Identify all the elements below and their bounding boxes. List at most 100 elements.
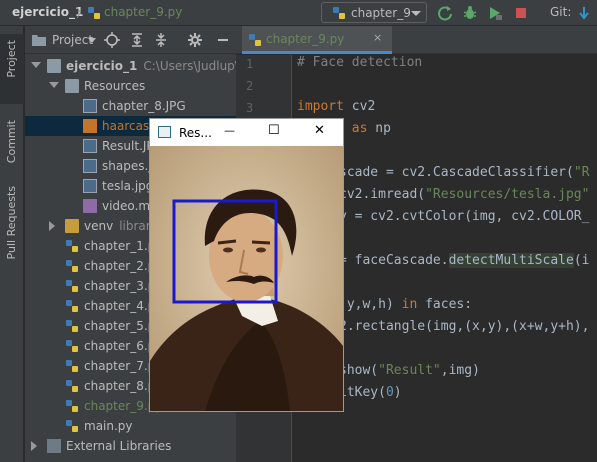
git-update-icon[interactable] (576, 5, 592, 21)
code-line: import cv2 (297, 99, 375, 114)
expand-all-icon[interactable] (129, 32, 145, 48)
chevron-right-icon[interactable] (49, 221, 55, 231)
run-with-coverage-icon[interactable] (487, 5, 503, 21)
tool-window-strip: Project Commit Pull Requests (0, 26, 24, 462)
hide-panel-icon[interactable] (215, 32, 231, 48)
minimize-button[interactable]: — (224, 124, 246, 144)
project-panel-title[interactable]: Project (52, 33, 93, 47)
code-token: "R (573, 165, 590, 180)
stop-icon[interactable] (513, 5, 529, 21)
top-toolbar: ejercicio_1 〉 chapter_9.py chapter_9 Git… (0, 0, 597, 26)
close-button[interactable]: ✕ (314, 123, 336, 143)
tree-item[interactable]: Resources (25, 76, 236, 96)
tree-item[interactable]: chapter_8.JPG (25, 96, 236, 116)
window-app-icon (158, 126, 171, 138)
tree-item-name: ejercicio_1 (66, 59, 138, 73)
git-label: Git: (550, 5, 572, 19)
result-image (150, 146, 343, 411)
tool-tab-commit[interactable]: Commit (0, 118, 24, 178)
code-token: = faceCascade. (339, 253, 449, 268)
python-file-icon (66, 320, 78, 332)
tool-tab-commit-label: Commit (5, 120, 18, 164)
tool-tab-pull-requests-label: Pull Requests (5, 186, 18, 260)
breadcrumb-file[interactable]: chapter_9.py (104, 5, 182, 19)
tree-item[interactable]: main.py (25, 416, 236, 436)
code-token: as (351, 121, 368, 136)
line-number: 3 (246, 101, 254, 115)
code-token: scade = cv2.CascadeClassifier( (339, 165, 574, 180)
result-window-title: Res... (179, 126, 212, 140)
tree-item-name: main.py (84, 419, 133, 433)
code-line: scade = cv2.CascadeClassifier("R (339, 165, 589, 180)
code-line: cv2.imread("Resources/tesla.jpg" (339, 187, 589, 202)
close-tab-icon[interactable]: × (373, 31, 382, 44)
breadcrumb-project[interactable]: ejercicio_1 (12, 5, 83, 19)
code-line: itKey(0) (339, 385, 402, 400)
image-file-icon (83, 99, 97, 113)
run-configuration-select[interactable]: chapter_9 (321, 2, 427, 23)
code-token: ) (393, 385, 402, 400)
video-file-icon (83, 199, 97, 213)
code-line: = faceCascade.detectMultiScale(i (339, 253, 589, 268)
code-line: show("Result",img) (339, 363, 480, 378)
image-file-icon (83, 179, 97, 193)
code-token: 2.rectangle(img,(x,y),(x+w,y+h), (339, 319, 590, 334)
tool-tab-project[interactable]: Project (0, 34, 24, 104)
code-token: faces: (417, 297, 473, 312)
chevron-right-icon[interactable] (31, 441, 37, 451)
xml-file-icon (83, 119, 97, 133)
code-token: cv2 (343, 99, 376, 114)
tree-item-label: chapter_8.JPG (102, 99, 186, 113)
code-token: in (401, 297, 418, 312)
editor-tab-bar: chapter_9.py × (236, 26, 597, 54)
locate-file-icon[interactable] (104, 32, 120, 48)
tree-item-label: tesla.jpg (102, 179, 153, 193)
tree-item[interactable]: External Libraries (25, 436, 236, 456)
python-file-icon (66, 300, 78, 312)
maximize-button[interactable]: ☐ (268, 123, 290, 143)
collapse-all-icon[interactable] (153, 32, 169, 48)
rerun-icon[interactable] (437, 5, 453, 21)
tree-item[interactable]: ejercicio_1 C:\Users\Judlup\Do (25, 56, 236, 76)
tool-tab-pull-requests[interactable]: Pull Requests (0, 184, 24, 274)
line-number: 1 (246, 57, 254, 71)
chevron-down-icon[interactable] (88, 38, 96, 43)
code-token: itKey( (339, 385, 386, 400)
debug-icon[interactable] (462, 5, 478, 21)
chevron-down-icon[interactable] (49, 82, 59, 88)
library-icon (47, 439, 61, 453)
project-panel-header: Project (25, 26, 236, 54)
code-token: import (297, 99, 344, 114)
tab-chapter-9[interactable]: chapter_9.py × (242, 26, 392, 54)
folder-icon (65, 79, 79, 93)
image-file-icon (83, 139, 97, 153)
code-line: # Face detection (297, 55, 422, 70)
result-window-titlebar[interactable]: Res... — ☐ ✕ (150, 119, 343, 146)
chevron-down-icon[interactable] (31, 62, 41, 68)
folder-icon (47, 59, 61, 73)
image-file-icon (83, 159, 97, 173)
code-line: 2.rectangle(img,(x,y),(x+w,y+h), (339, 319, 589, 334)
code-token: y = cv2.cvtColor(img, cv2.COLOR_ (339, 209, 590, 224)
python-file-icon (66, 280, 78, 292)
code-token: "Resources/tesla.jpg" (425, 187, 590, 202)
tree-item-label: External Libraries (66, 439, 171, 453)
tree-item-label: main.py (84, 419, 133, 433)
code-token: 0 (385, 385, 394, 400)
result-window[interactable]: Res... — ☐ ✕ (149, 118, 344, 412)
python-file-icon (88, 7, 100, 19)
tree-item-hint: C:\Users\Judlup\Do (143, 59, 236, 73)
ide-window: ejercicio_1 〉 chapter_9.py chapter_9 Git… (0, 0, 597, 462)
portrait-photo (150, 146, 343, 411)
chevron-down-icon (411, 11, 421, 16)
code-token: "Result" (378, 363, 441, 378)
python-file-icon (66, 340, 78, 352)
code-token: ,img) (440, 363, 480, 378)
folder-icon (32, 35, 46, 46)
line-number: 2 (246, 79, 254, 93)
run-configuration-label: chapter_9 (351, 6, 411, 20)
python-file-icon (66, 420, 78, 432)
gear-icon[interactable] (187, 32, 203, 48)
python-config-icon (333, 7, 345, 19)
tree-item-name: chapter_8.JPG (102, 99, 186, 113)
